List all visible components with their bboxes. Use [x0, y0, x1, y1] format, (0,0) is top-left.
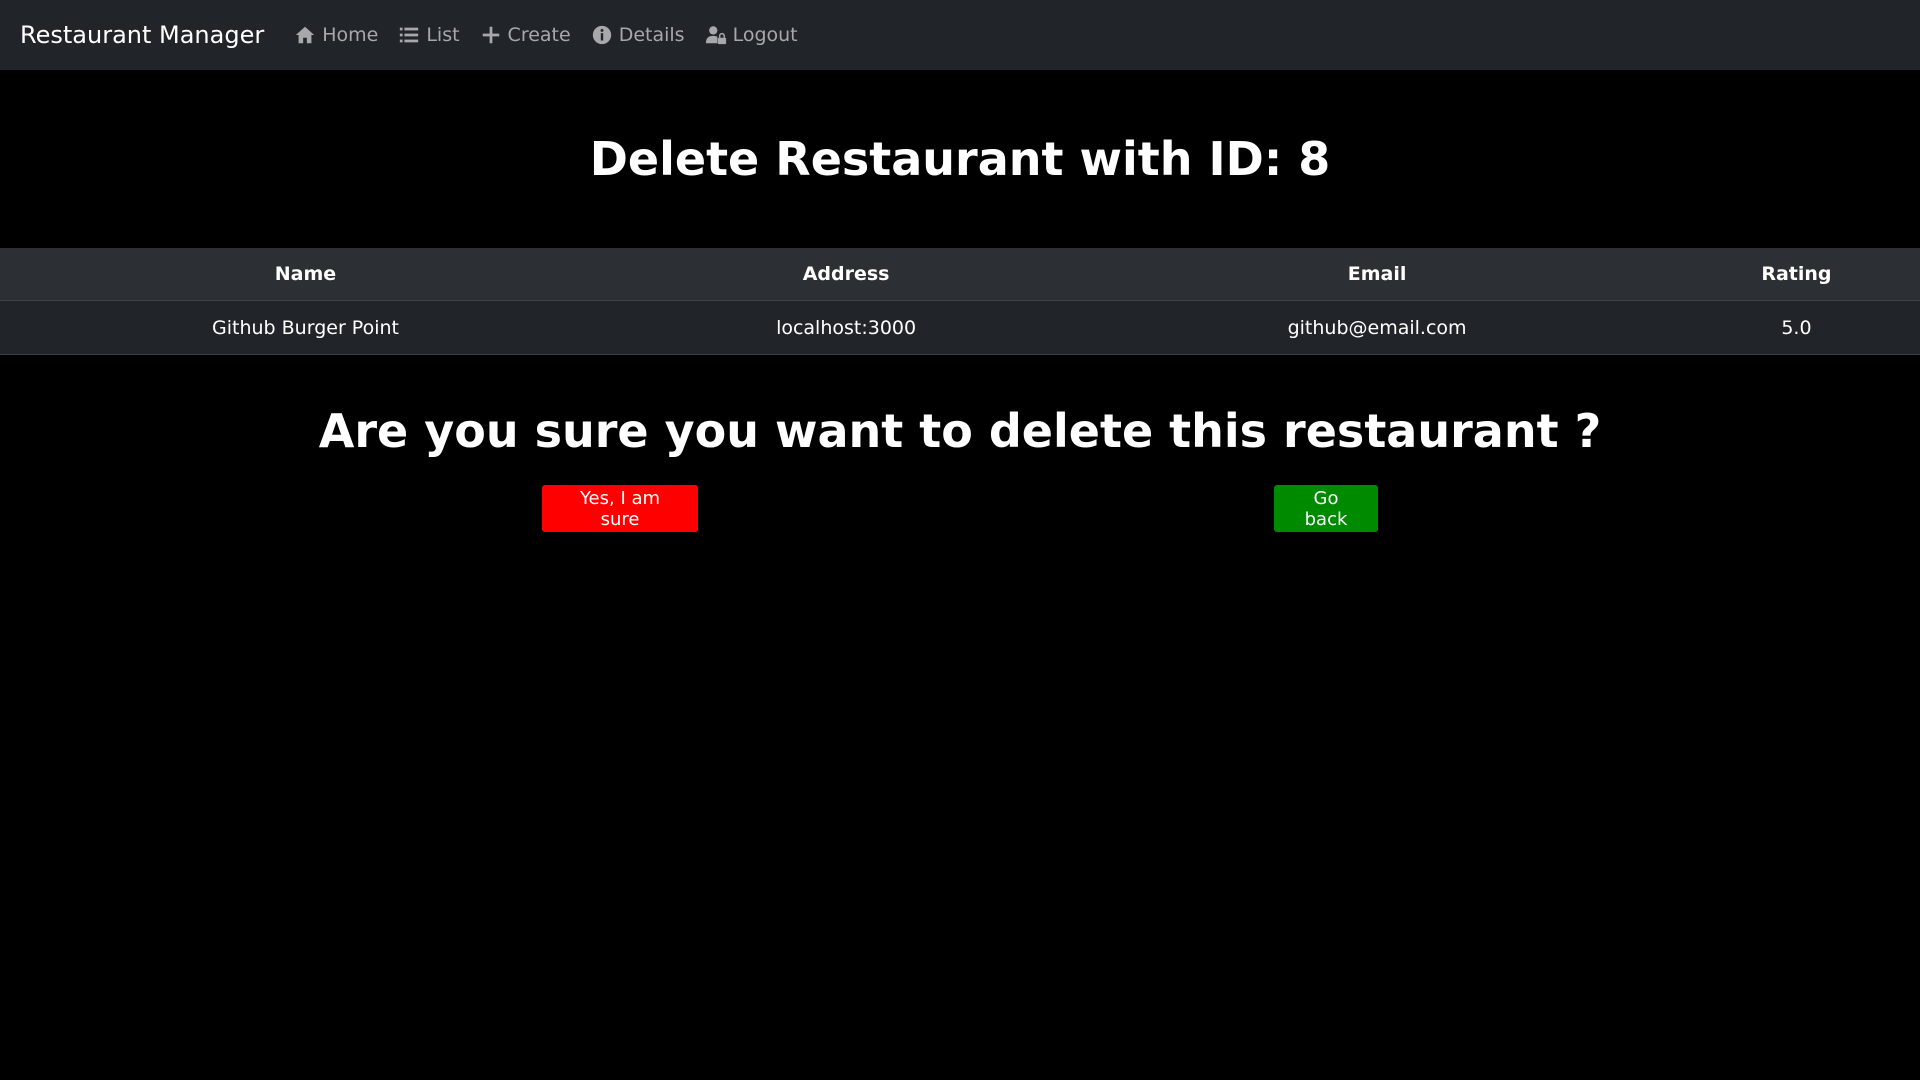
nav-home[interactable]: Home	[294, 24, 378, 46]
go-back-button[interactable]: Go back	[1274, 485, 1378, 532]
cell-email: github@email.com	[1081, 300, 1673, 355]
info-icon	[592, 25, 611, 45]
confirm-question: Are you sure you want to delete this res…	[318, 404, 1602, 458]
column-header-name: Name	[0, 248, 611, 301]
confirm-delete-button[interactable]: Yes, I am sure	[542, 485, 698, 532]
nav-details-label: Details	[618, 24, 685, 46]
nav-details[interactable]: Details	[591, 24, 685, 46]
plus-icon	[482, 26, 499, 44]
nav-logout[interactable]: Logout	[705, 24, 798, 46]
action-buttons: Yes, I am sure Go back	[0, 485, 1920, 565]
cell-name: Github Burger Point	[0, 300, 611, 355]
nav-logout-label: Logout	[732, 24, 798, 46]
restaurant-table: Name Address Email Rating Github Burger …	[0, 248, 1920, 355]
nav-list[interactable]: List	[398, 24, 460, 46]
column-header-rating: Rating	[1672, 248, 1920, 301]
navbar: Restaurant Manager Home List Create Deta…	[0, 0, 1920, 70]
cell-rating: 5.0	[1672, 300, 1920, 355]
user-lock-icon	[705, 26, 726, 45]
column-header-email: Email	[1081, 248, 1673, 301]
table-row: Github Burger Point localhost:3000 githu…	[0, 300, 1920, 355]
table-header-row: Name Address Email Rating	[0, 248, 1920, 301]
column-header-address: Address	[611, 248, 1082, 301]
nav-list-label: List	[426, 24, 460, 46]
home-icon	[296, 26, 315, 44]
nav-home-label: Home	[322, 24, 379, 46]
page-title: Delete Restaurant with ID: 8	[589, 132, 1331, 186]
brand-title[interactable]: Restaurant Manager	[20, 21, 264, 49]
nav-create[interactable]: Create	[480, 24, 571, 46]
list-icon	[400, 27, 419, 43]
nav-create-label: Create	[507, 24, 571, 46]
cell-address: localhost:3000	[611, 300, 1082, 355]
